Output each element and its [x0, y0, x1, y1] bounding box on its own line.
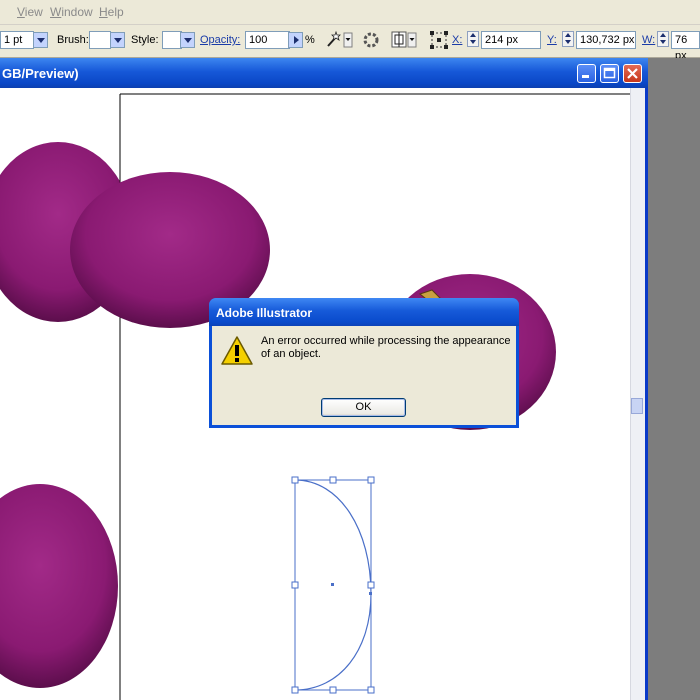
selection-handle[interactable]	[367, 581, 375, 589]
x-field[interactable]: 214 px	[481, 31, 541, 49]
control-bar: 1 pt Brush: Style: Opacity: 100 % X: 214…	[0, 25, 700, 62]
align-icon[interactable]	[391, 30, 417, 48]
minimize-button[interactable]	[577, 64, 596, 83]
scrollbar-thumb[interactable]	[631, 398, 643, 414]
close-icon	[627, 68, 638, 79]
w-field[interactable]: 76 px	[671, 31, 700, 62]
vertical-scrollbar[interactable]	[630, 88, 645, 700]
style-field[interactable]	[162, 31, 182, 49]
selection-handle[interactable]	[291, 476, 299, 484]
w-label: W:	[642, 34, 656, 46]
w-stepper[interactable]	[657, 31, 669, 47]
selection-handle[interactable]	[367, 686, 375, 694]
dialog-message: An error occurred while processing the a…	[261, 335, 511, 360]
warning-icon	[220, 334, 254, 368]
opacity-label[interactable]: Opacity:	[200, 34, 240, 46]
transform-icon[interactable]	[429, 30, 448, 49]
menu-window[interactable]: Window	[50, 5, 93, 19]
menu-view[interactable]: View	[17, 5, 43, 19]
minimize-icon	[582, 75, 589, 78]
document-title-bar[interactable]	[0, 58, 648, 88]
close-button[interactable]	[623, 64, 642, 83]
x-stepper[interactable]	[467, 31, 479, 47]
selection-handle[interactable]	[329, 686, 337, 694]
menu-bar: View Window Help	[0, 0, 700, 25]
menu-help[interactable]: Help	[99, 5, 124, 19]
magic-wand-icon[interactable]	[324, 30, 353, 48]
ok-button[interactable]: OK	[321, 398, 406, 417]
workspace-background	[648, 58, 700, 700]
purple-egg-shape[interactable]	[0, 484, 118, 688]
brush-field[interactable]	[89, 31, 111, 49]
opacity-field[interactable]: 100	[245, 31, 290, 49]
dialog-title: Adobe Illustrator	[216, 306, 313, 320]
y-field[interactable]: 130,732 px	[576, 31, 636, 49]
stroke-weight-dropdown[interactable]	[33, 32, 48, 48]
percent-label: %	[305, 34, 315, 46]
recolor-icon[interactable]	[362, 31, 380, 49]
selection-handle[interactable]	[291, 686, 299, 694]
x-label: X:	[452, 34, 463, 46]
selection-handle[interactable]	[291, 581, 299, 589]
stroke-weight-field[interactable]: 1 pt	[0, 31, 34, 49]
selection-handle[interactable]	[367, 476, 375, 484]
document-title: GB/Preview)	[2, 66, 79, 81]
anchor-point[interactable]	[369, 592, 372, 595]
maximize-button[interactable]	[600, 64, 619, 83]
center-point	[331, 583, 334, 586]
opacity-arrow-button[interactable]	[288, 32, 303, 48]
style-dropdown[interactable]	[180, 32, 195, 48]
brush-label: Brush:	[57, 34, 89, 46]
style-label: Style:	[131, 34, 159, 46]
y-stepper[interactable]	[562, 31, 574, 47]
selection-handle[interactable]	[329, 476, 337, 484]
brush-dropdown[interactable]	[110, 32, 125, 48]
maximize-icon	[603, 67, 616, 79]
y-label: Y:	[547, 34, 557, 46]
